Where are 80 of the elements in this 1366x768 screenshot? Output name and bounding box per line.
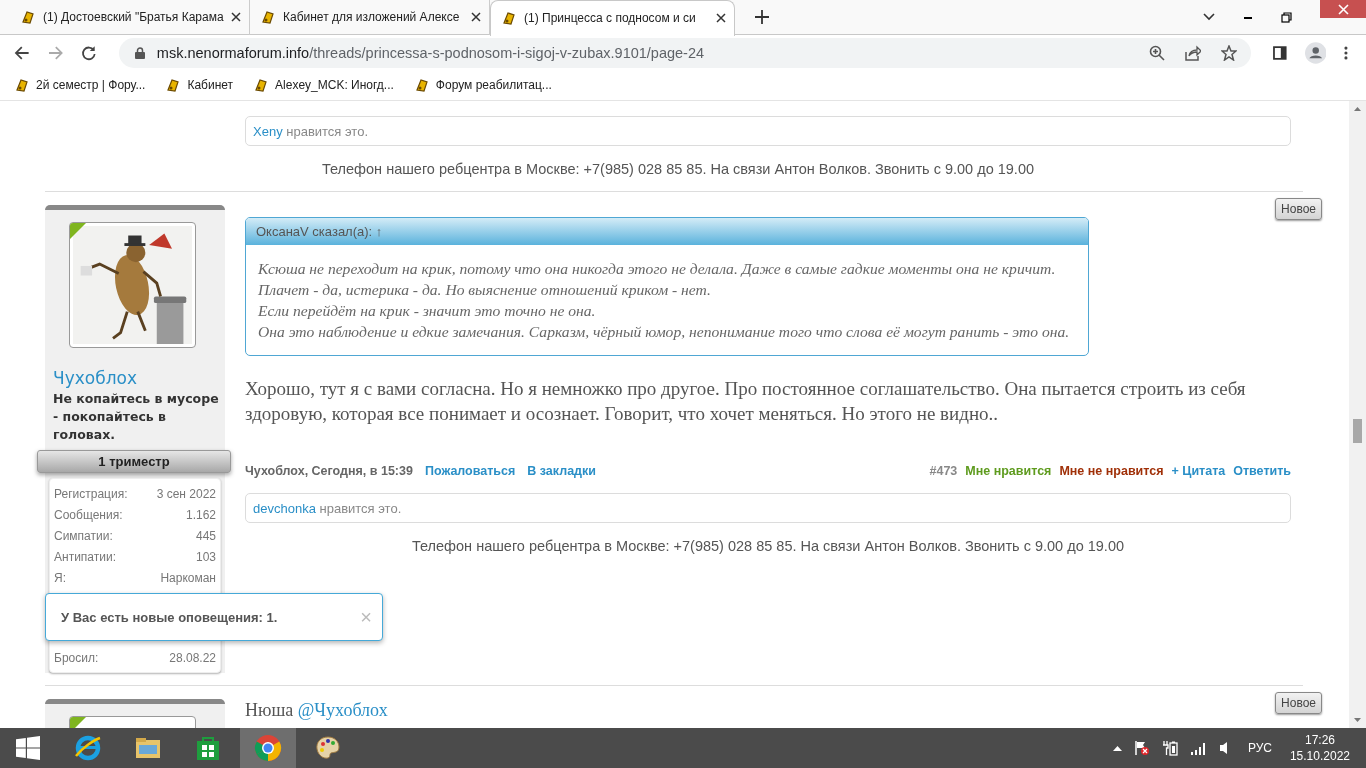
action-link[interactable]: Мне не нравится xyxy=(1059,464,1164,478)
action-link[interactable]: + Цитата xyxy=(1171,464,1226,478)
star-icon[interactable] xyxy=(1221,44,1237,61)
stat-value: 3 сен 2022 xyxy=(156,486,216,501)
quote-text: Ксюша не переходит на крик, потому что она никогда этого не делала. Даже в самые гадкие моменты она не кричит. Плачет - да, истерика - да. Но выяснение отношений криком - нет. xyxy=(258,259,1057,300)
close-icon[interactable] xyxy=(471,12,481,22)
phone-text: Телефон нашего ребцентра в Москве: +7(985) 028 85 85. На связи Антон Волков. Звонить с 9.00 до 19.00 xyxy=(410,538,1126,554)
reload-icon[interactable] xyxy=(81,44,97,61)
stat-value: 28.08.22 xyxy=(169,650,216,665)
tab-title: (1) Принцесса с подносом и си xyxy=(524,11,697,25)
new-badge: Новое xyxy=(1275,692,1322,714)
windows-logo-icon xyxy=(16,736,40,760)
lock-icon xyxy=(134,46,145,59)
stat-label: Я: xyxy=(54,570,66,585)
palette-icon xyxy=(314,734,342,762)
scrollbar-thumb[interactable] xyxy=(1353,419,1362,443)
post-link[interactable]: Пожаловаться xyxy=(424,464,516,478)
stat-label: Регистрация: xyxy=(54,486,128,501)
zoom-in-icon[interactable] xyxy=(1149,44,1165,61)
battery-plug-icon[interactable] xyxy=(1161,740,1178,756)
scroll-down-icon[interactable] xyxy=(1354,718,1361,722)
back-icon[interactable] xyxy=(14,44,30,61)
plus-icon[interactable] xyxy=(755,10,769,24)
stat-value: Наркоман xyxy=(160,570,216,585)
bookmark[interactable]: Кабинет xyxy=(165,77,234,93)
clock-time[interactable]: 17:26 xyxy=(1304,732,1335,748)
stat-label: Сообщения: xyxy=(54,507,123,522)
clock-date[interactable]: 15.10.2022 xyxy=(1289,748,1350,764)
stat-label: Антипатии: xyxy=(54,549,116,564)
user-title: Не копайтесь в мусоре - покопайтесь в головах. xyxy=(53,390,219,444)
scrollbar[interactable] xyxy=(1349,101,1366,728)
new-badge: Новое xyxy=(1275,198,1322,220)
address-bar[interactable]: msk.nenormaforum.info/threads/princessa-s-podnosom-i-sigoj-v-zubax.9101/page-24 xyxy=(118,37,1251,68)
close-icon[interactable] xyxy=(231,12,241,22)
mention-link[interactable]: @Чухоблох xyxy=(297,700,388,720)
share-icon[interactable] xyxy=(1185,44,1201,61)
phone-text: Телефон нашего ребцентра в Москве: +7(985) 028 85 85. На связи Антон Волков. Звонить с 9.00 до 19.00 xyxy=(320,161,1036,177)
rank-ribbon: 1 триместр xyxy=(37,450,231,473)
quote-text: Если перейдёт на крик - значит это точно не она. xyxy=(258,301,597,321)
stat-value: 1.162 xyxy=(185,507,216,522)
user-link[interactable]: devchonka xyxy=(253,500,316,516)
side-panel-icon[interactable] xyxy=(1273,45,1287,60)
likes-text: Xeny нравится это. xyxy=(253,123,369,139)
stat-value: 103 xyxy=(195,549,216,564)
stat-value: 445 xyxy=(195,528,216,543)
stat-label: Симпатии: xyxy=(54,528,113,543)
restore-icon[interactable] xyxy=(1281,11,1292,23)
tab-title: Кабинет для изложений Алексе xyxy=(283,10,461,24)
language-indicator[interactable]: РУС xyxy=(1247,741,1272,755)
profile-icon[interactable] xyxy=(1304,41,1327,64)
flag-error-icon[interactable] xyxy=(1133,740,1150,756)
likes-text: devchonka нравится это. xyxy=(253,500,402,516)
quote-text: Она это наблюдение и едкие замечания. Сарказм, чёрный юмор, непонимание того что слова её могут ранить - это она. xyxy=(258,322,1071,342)
scroll-up-icon[interactable] xyxy=(1354,107,1361,111)
bookmark[interactable]: Alexey_MCK: Иногд... xyxy=(253,77,394,93)
action-link[interactable]: Ответить xyxy=(1233,464,1291,478)
stat-label: Бросил: xyxy=(54,650,99,665)
speaker-icon[interactable] xyxy=(1217,740,1230,756)
close-button[interactable] xyxy=(1320,0,1366,18)
browser-icon xyxy=(74,734,102,762)
quote-header[interactable]: ОксанаV сказал(а): ↑ xyxy=(246,218,1088,245)
url-text[interactable]: msk.nenormaforum.info/threads/princessa-s-podnosom-i-sigoj-v-zubax.9101/page-24 xyxy=(156,44,705,61)
store-icon xyxy=(194,734,222,762)
browser-tab[interactable]: (1) Принцесса с подносом и си xyxy=(490,0,735,36)
bookmark[interactable]: 2й семестр | Фору... xyxy=(14,77,146,93)
chrome-icon xyxy=(254,734,282,762)
user-link[interactable]: Xeny xyxy=(253,123,283,139)
close-icon[interactable] xyxy=(716,13,726,23)
post-number[interactable]: #473 xyxy=(929,464,958,478)
bookmark[interactable]: Форум реабилитац... xyxy=(413,77,552,93)
message-text: Хорошо, тут я с вами согласна. Но я немножко про другое. Про постоянное соглашательство. Она пытается строить из себя здоровую, которая все понимает и осознает. Говорит, что хочет меняться. Но этого не видно.. xyxy=(245,377,1247,426)
post-link[interactable]: В закладки xyxy=(527,464,596,478)
caret-up-icon[interactable] xyxy=(1112,745,1122,751)
chevron-down-icon[interactable] xyxy=(1203,13,1215,21)
tab-title: (1) Достоевский "Братья Карама xyxy=(43,10,224,24)
notification-text: У Вас есть новые оповещения: 1. xyxy=(61,609,279,625)
more-icon[interactable] xyxy=(1344,45,1348,60)
post-byline: Чухоблох, Сегодня, в 15:39 xyxy=(245,464,413,478)
browser-tab[interactable]: (1) Достоевский "Братья Карама xyxy=(10,0,250,35)
signal-bars-icon[interactable] xyxy=(1189,740,1206,756)
